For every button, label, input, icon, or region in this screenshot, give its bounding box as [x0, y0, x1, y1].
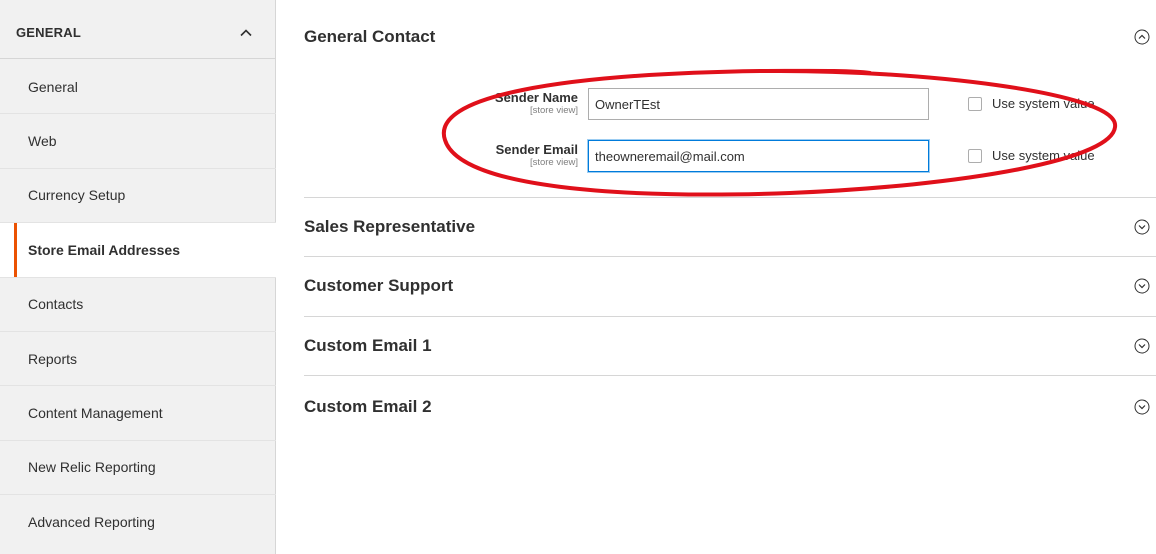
- section-general-contact-header[interactable]: General Contact: [304, 8, 1156, 66]
- sender-name-use-system-value[interactable]: Use system value: [968, 96, 1095, 111]
- sender-email-input[interactable]: [588, 140, 929, 172]
- sidebar-item-label: New Relic Reporting: [28, 459, 156, 476]
- sidebar-item-currency-setup[interactable]: Currency Setup: [0, 169, 276, 224]
- sidebar-item-new-relic-reporting[interactable]: New Relic Reporting: [0, 441, 276, 496]
- use-system-value-checkbox[interactable]: [968, 148, 982, 163]
- section-sales-representative-header[interactable]: Sales Representative: [304, 198, 1156, 256]
- section-title: Customer Support: [304, 276, 454, 295]
- section-sales-representative: Sales Representative: [304, 198, 1156, 256]
- section-title: Custom Email 1: [304, 336, 432, 355]
- section-title: Sales Representative: [304, 217, 476, 236]
- sidebar-item-advanced-reporting[interactable]: Advanced Reporting: [0, 495, 276, 549]
- section-custom-email-1-header[interactable]: Custom Email 1: [304, 317, 1156, 375]
- sender-name-label-group: Sender Name [store view]: [495, 90, 578, 117]
- sidebar-item-label: Advanced Reporting: [28, 514, 155, 531]
- expand-circle-icon[interactable]: [1134, 219, 1150, 235]
- sender-name-row: Sender Name [store view] Use system valu…: [304, 88, 1156, 122]
- section-custom-email-1: Custom Email 1: [304, 317, 1156, 375]
- sender-email-use-system-value[interactable]: Use system value: [968, 148, 1095, 163]
- expand-circle-icon[interactable]: [1134, 399, 1150, 415]
- sender-name-input[interactable]: [588, 88, 929, 120]
- sender-email-row: Sender Email [store view] Use system val…: [304, 140, 1156, 174]
- sender-name-label: Sender Name: [494, 90, 578, 105]
- chevron-up-icon: [240, 28, 252, 36]
- sender-email-scope: [store view]: [529, 157, 578, 168]
- section-customer-support: Customer Support: [304, 257, 1156, 315]
- use-system-value-checkbox[interactable]: [968, 96, 982, 111]
- sidebar-item-label: General: [28, 78, 78, 95]
- sidebar-item-label: Web: [28, 133, 57, 150]
- sidebar-item-label: Currency Setup: [28, 187, 126, 204]
- section-title: General Contact: [304, 27, 436, 46]
- sidebar-item-web[interactable]: Web: [0, 114, 276, 169]
- sidebar-item-label: Reports: [28, 350, 78, 367]
- sidebar-item-general[interactable]: General: [0, 60, 276, 115]
- expand-circle-icon[interactable]: [1134, 338, 1150, 354]
- sidebar-item-contacts[interactable]: Contacts: [0, 278, 276, 332]
- use-system-value-label: Use system value: [992, 148, 1095, 163]
- section-custom-email-2-header[interactable]: Custom Email 2: [304, 378, 1156, 436]
- sidebar: GENERAL General Web Currency Setup Store…: [0, 0, 276, 554]
- sidebar-item-label: Store Email Addresses: [28, 241, 180, 258]
- section-title: Custom Email 2: [304, 397, 432, 416]
- section-divider: [304, 375, 1156, 376]
- sidebar-list: General Web Currency Setup Store Email A…: [0, 60, 276, 550]
- collapse-circle-icon[interactable]: [1134, 29, 1150, 45]
- sidebar-group-title: GENERAL: [16, 25, 81, 40]
- use-system-value-label: Use system value: [992, 96, 1095, 111]
- sender-email-label: Sender Email: [495, 142, 578, 157]
- sidebar-item-label: Content Management: [28, 405, 163, 422]
- section-custom-email-2: Custom Email 2: [304, 378, 1156, 436]
- sender-name-scope: [store view]: [529, 105, 578, 116]
- section-general-contact: General Contact: [304, 8, 1156, 66]
- sidebar-item-reports[interactable]: Reports: [0, 332, 276, 387]
- sidebar-item-label: Contacts: [28, 296, 84, 313]
- section-customer-support-header[interactable]: Customer Support: [304, 257, 1156, 315]
- expand-circle-icon[interactable]: [1134, 278, 1150, 294]
- sidebar-item-content-management[interactable]: Content Management: [0, 386, 276, 441]
- sidebar-item-store-email-addresses[interactable]: Store Email Addresses: [0, 223, 276, 278]
- sender-email-label-group: Sender Email [store view]: [496, 142, 578, 169]
- sidebar-group-general[interactable]: GENERAL: [0, 7, 276, 59]
